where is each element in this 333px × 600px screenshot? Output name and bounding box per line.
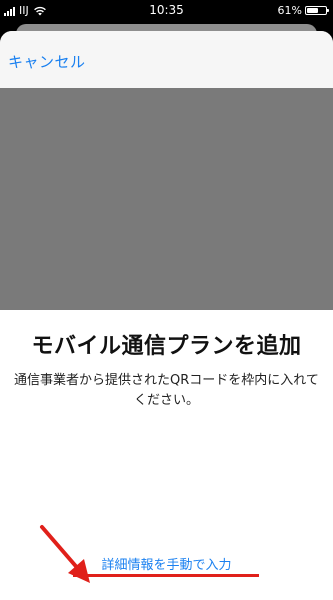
- battery-fill: [307, 8, 318, 13]
- cancel-button[interactable]: キャンセル: [8, 51, 86, 72]
- page-title: モバイル通信プランを追加: [31, 334, 302, 359]
- battery-percent: 61%: [277, 4, 302, 17]
- annotation-arrow-icon: [40, 525, 90, 583]
- battery-icon: [305, 6, 329, 15]
- qr-camera-viewfinder: [0, 88, 333, 310]
- instruction-text: 通信事業者から提供されたQRコードを枠内に入れてください。: [14, 373, 319, 408]
- annotation-underline: [73, 574, 259, 577]
- add-cellular-plan-sheet: キャンセル モバイル通信プランを追加 通信事業者から提供されたQRコードを枠内に…: [0, 31, 333, 600]
- navigation-bar: キャンセル: [0, 31, 333, 88]
- status-right: 61%: [277, 4, 329, 17]
- status-bar: IIJ 10:35 61%: [0, 0, 333, 22]
